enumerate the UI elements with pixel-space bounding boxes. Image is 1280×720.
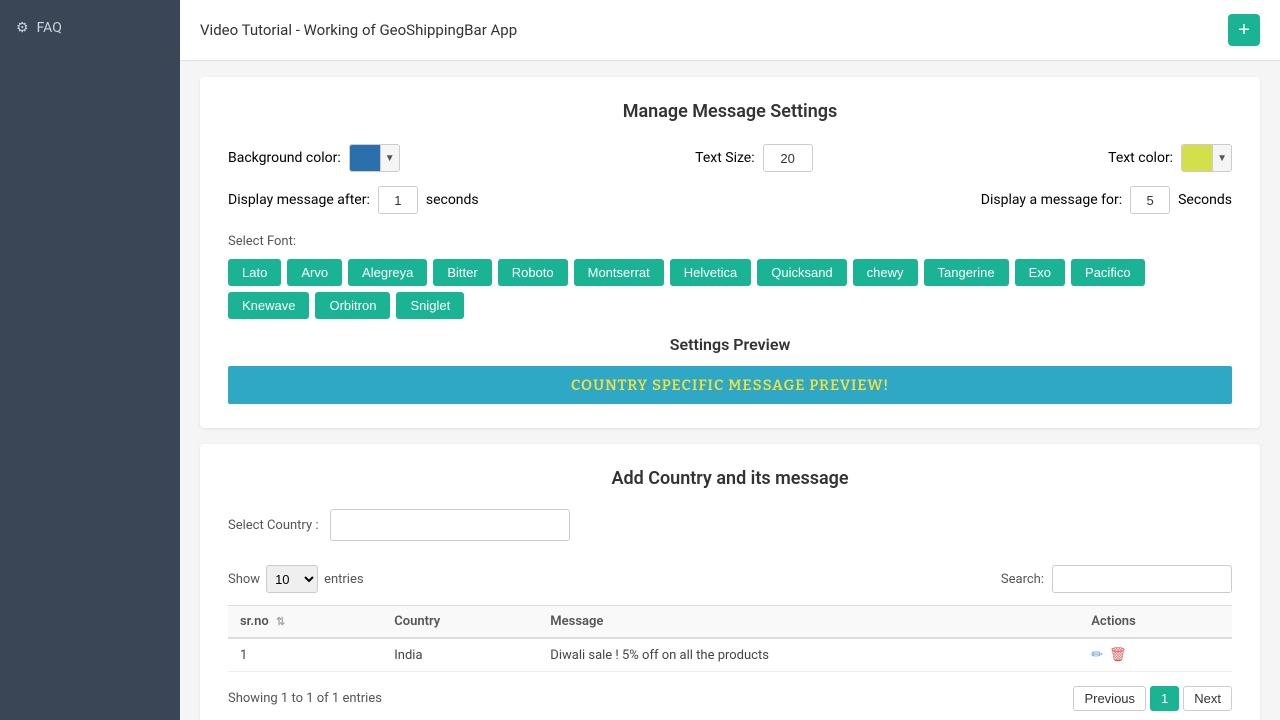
entries-select[interactable]: 10 25 50 [266, 565, 318, 593]
font-btn-tangerine[interactable]: Tangerine [924, 259, 1009, 286]
bg-color-swatch [350, 144, 380, 172]
bg-color-arrow[interactable]: ▼ [380, 144, 399, 172]
edit-icon[interactable]: ✏ [1091, 647, 1103, 663]
font-btn-quicksand[interactable]: Quicksand [757, 259, 846, 286]
th-srno: sr.no ⇅ [228, 606, 382, 639]
text-size-label: Text Size: [695, 150, 754, 166]
display-for-group: Display a message for: Seconds [981, 186, 1232, 214]
font-label: Select Font: [228, 234, 1232, 249]
entries-label: entries [324, 572, 364, 587]
add-country-title: Add Country and its message [228, 468, 1232, 489]
select-country-row: Select Country : [228, 509, 1232, 541]
th-country: Country [382, 606, 538, 639]
font-btn-alegreya[interactable]: Alegreya [348, 259, 427, 286]
font-selection-section: Select Font: LatoArvoAlegreyaBitter Robot… [228, 234, 1232, 319]
table-row: 1 India Diwali sale ! 5% off on all the … [228, 638, 1232, 672]
manage-settings-title: Manage Message Settings [228, 101, 1232, 122]
display-after-unit: seconds [426, 192, 479, 208]
add-country-card: Add Country and its message Select Count… [200, 444, 1260, 720]
font-btn-arvo[interactable]: Arvo [287, 259, 342, 286]
font-btn-montserrat[interactable]: Montserrat [574, 259, 664, 286]
table-header-row: sr.no ⇅ Country Message Actions [228, 606, 1232, 639]
font-btn-sniglet[interactable]: Sniglet [396, 292, 464, 319]
cell-srno: 1 [228, 638, 382, 672]
font-btn-exo[interactable]: Exo [1015, 259, 1065, 286]
cell-country: India [382, 638, 538, 672]
font-buttons-container: LatoArvoAlegreyaBitter RobotoMontserratHe… [228, 259, 1232, 319]
pagination-row: Showing 1 to 1 of 1 entries Previous 1 N… [228, 686, 1232, 711]
font-btn-knewave[interactable]: Knewave [228, 292, 309, 319]
sidebar-item-faq[interactable]: ⚙ FAQ [0, 10, 180, 46]
display-after-group: Display message after: seconds [228, 186, 479, 214]
show-entries: Show 10 25 50 entries [228, 565, 364, 593]
preview-bar: COUNTRY SPECIFIC MESSAGE PREVIEW! [228, 366, 1232, 404]
manage-settings-card: Manage Message Settings Background color… [200, 77, 1260, 428]
cell-actions: ✏ 🗑 [1079, 638, 1232, 672]
gear-icon: ⚙ [16, 20, 29, 36]
country-select-input[interactable] [330, 509, 570, 541]
top-bar: Video Tutorial - Working of GeoShippingB… [180, 0, 1280, 61]
pagination-buttons: Previous 1 Next [1073, 686, 1232, 711]
font-btn-chewy[interactable]: chewy [853, 259, 918, 286]
font-btn-bitter[interactable]: Bitter [433, 259, 491, 286]
display-for-label: Display a message for: [981, 192, 1122, 208]
show-label: Show [228, 572, 260, 587]
text-color-swatch [1182, 144, 1212, 172]
font-btn-orbitron[interactable]: Orbitron [315, 292, 390, 319]
text-size-input[interactable] [763, 144, 813, 172]
previous-button[interactable]: Previous [1073, 686, 1146, 711]
preview-title: Settings Preview [228, 335, 1232, 354]
next-button[interactable]: Next [1183, 686, 1232, 711]
font-btn-helvetica[interactable]: Helvetica [670, 259, 751, 286]
font-btn-roboto[interactable]: Roboto [498, 259, 568, 286]
top-settings-row: Background color: ▼ Text Size: Text colo… [228, 144, 1232, 172]
sidebar-item-label: FAQ [37, 20, 62, 36]
bg-color-label: Background color: [228, 150, 341, 166]
th-actions: Actions [1079, 606, 1232, 639]
text-color-picker[interactable]: ▼ [1181, 144, 1232, 172]
sidebar: ⚙ FAQ [0, 0, 180, 720]
display-timing-row: Display message after: seconds Display a… [228, 186, 1232, 214]
add-button[interactable]: + [1228, 14, 1260, 46]
showing-text: Showing 1 to 1 of 1 entries [228, 691, 382, 706]
bg-color-picker[interactable]: ▼ [349, 144, 400, 172]
preview-section: Settings Preview COUNTRY SPECIFIC MESSAG… [228, 335, 1232, 404]
page-title: Video Tutorial - Working of GeoShippingB… [200, 21, 517, 39]
page-1-button[interactable]: 1 [1150, 686, 1179, 711]
search-label: Search: [1001, 572, 1044, 587]
display-for-input[interactable] [1130, 186, 1170, 214]
delete-icon[interactable]: 🗑 [1109, 647, 1127, 663]
sort-icon-srno: ⇅ [276, 615, 285, 628]
search-input[interactable] [1052, 565, 1232, 593]
main-content: Video Tutorial - Working of GeoShippingB… [180, 0, 1280, 720]
display-for-unit: Seconds [1178, 192, 1232, 208]
table-controls: Show 10 25 50 entries Search: [228, 565, 1232, 593]
display-after-input[interactable] [378, 186, 418, 214]
select-country-label: Select Country : [228, 518, 318, 533]
text-color-label: Text color: [1108, 150, 1173, 166]
display-after-label: Display message after: [228, 192, 370, 208]
cell-message: Diwali sale ! 5% off on all the products [538, 638, 1079, 672]
action-icons: ✏ 🗑 [1091, 647, 1220, 663]
text-color-arrow[interactable]: ▼ [1212, 144, 1231, 172]
country-table: sr.no ⇅ Country Message Actions 1 [228, 605, 1232, 672]
font-btn-pacifico[interactable]: Pacifico [1071, 259, 1145, 286]
font-btn-lato[interactable]: Lato [228, 259, 281, 286]
th-message: Message [538, 606, 1079, 639]
search-row: Search: [1001, 565, 1232, 593]
